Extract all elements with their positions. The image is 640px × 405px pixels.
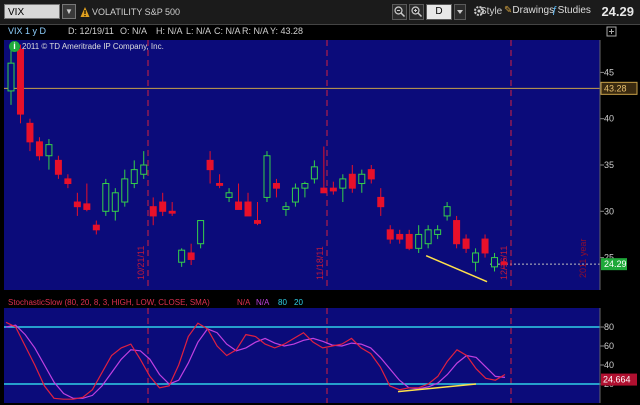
candle-down [377, 196, 385, 208]
candle-up [111, 192, 119, 212]
period-marker-date: 11/18/11 [315, 246, 325, 280]
candle-down [453, 220, 461, 245]
candle-down [254, 220, 261, 224]
candle-down [348, 173, 356, 189]
candle-down [168, 210, 176, 214]
candle-up [45, 144, 53, 157]
price-chart[interactable]: 10/21/1111/18/1112/16/11 8060402024.664 … [0, 0, 640, 405]
candle-down [159, 201, 167, 212]
period-marker-date: 10/21/11 [136, 246, 146, 280]
stoch-overbought-value: 80 [278, 298, 287, 307]
candle-up [301, 183, 309, 189]
stoch-oversold-value: 20 [294, 298, 303, 307]
stoch-k-value: N/A [237, 298, 251, 307]
candle-up [415, 233, 423, 249]
candle-down [481, 238, 489, 254]
candle-up [130, 169, 138, 185]
stoch-tick-label: 40 [604, 360, 614, 370]
candle-down [206, 159, 214, 171]
candle-down [216, 183, 224, 186]
candle-up [434, 229, 442, 235]
stoch-tick-label: 80 [604, 322, 614, 332]
candle-up [358, 173, 366, 185]
candle-down [272, 183, 280, 189]
candle-up [443, 206, 451, 217]
stoch-tick-label: 60 [604, 341, 614, 351]
candle-down [54, 159, 62, 175]
candle-up [310, 166, 318, 180]
stochastic-title[interactable]: StochasticSlow (80, 20, 8, 3, HIGH, LOW,… [8, 297, 210, 308]
candle-down [187, 252, 195, 260]
candle-up [291, 187, 299, 203]
candle-down [64, 178, 72, 185]
candle-up [491, 257, 499, 268]
candle-down [396, 233, 404, 240]
candle-up [7, 62, 15, 92]
candle-up [225, 192, 233, 198]
candle-down [149, 206, 157, 217]
price-tick-label: 30 [604, 206, 614, 216]
last-price-label: 24.29 [604, 259, 627, 269]
candle-down [462, 238, 470, 249]
candle-up [102, 183, 110, 212]
candle-up [339, 178, 347, 189]
candle-down [367, 169, 375, 180]
stoch-d-value: N/A [256, 298, 270, 307]
candle-up [263, 155, 271, 198]
candle-down [244, 201, 252, 217]
candle-down [92, 224, 100, 231]
candle-up [140, 164, 148, 175]
copyright-text: 2011 © TD Ameritrade IP Company, Inc. [22, 42, 164, 51]
crosshair-price-label: 43.28 [604, 83, 627, 93]
price-tick-label: 40 [604, 114, 614, 124]
candle-down [500, 261, 508, 265]
candle-down [16, 48, 24, 115]
candle-down [83, 203, 91, 210]
price-tick-label: 45 [604, 67, 614, 77]
candle-down [35, 141, 43, 157]
candle-up [282, 206, 290, 210]
candle-up [472, 252, 480, 263]
price-tick-label: 35 [604, 160, 614, 170]
candle-down [386, 229, 394, 240]
candle-up [121, 178, 129, 203]
year-label: 2011 year [578, 239, 588, 278]
candle-down [320, 187, 328, 194]
candle-down [26, 122, 34, 143]
candle-down [329, 187, 337, 192]
candle-up [178, 249, 186, 263]
candle-down [405, 233, 413, 249]
stoch-value-label: 24.664 [603, 375, 631, 385]
candle-down [235, 201, 243, 210]
candle-up [424, 229, 432, 245]
candle-up [197, 220, 205, 245]
info-icon[interactable]: i [9, 41, 20, 52]
candle-down [73, 201, 81, 208]
